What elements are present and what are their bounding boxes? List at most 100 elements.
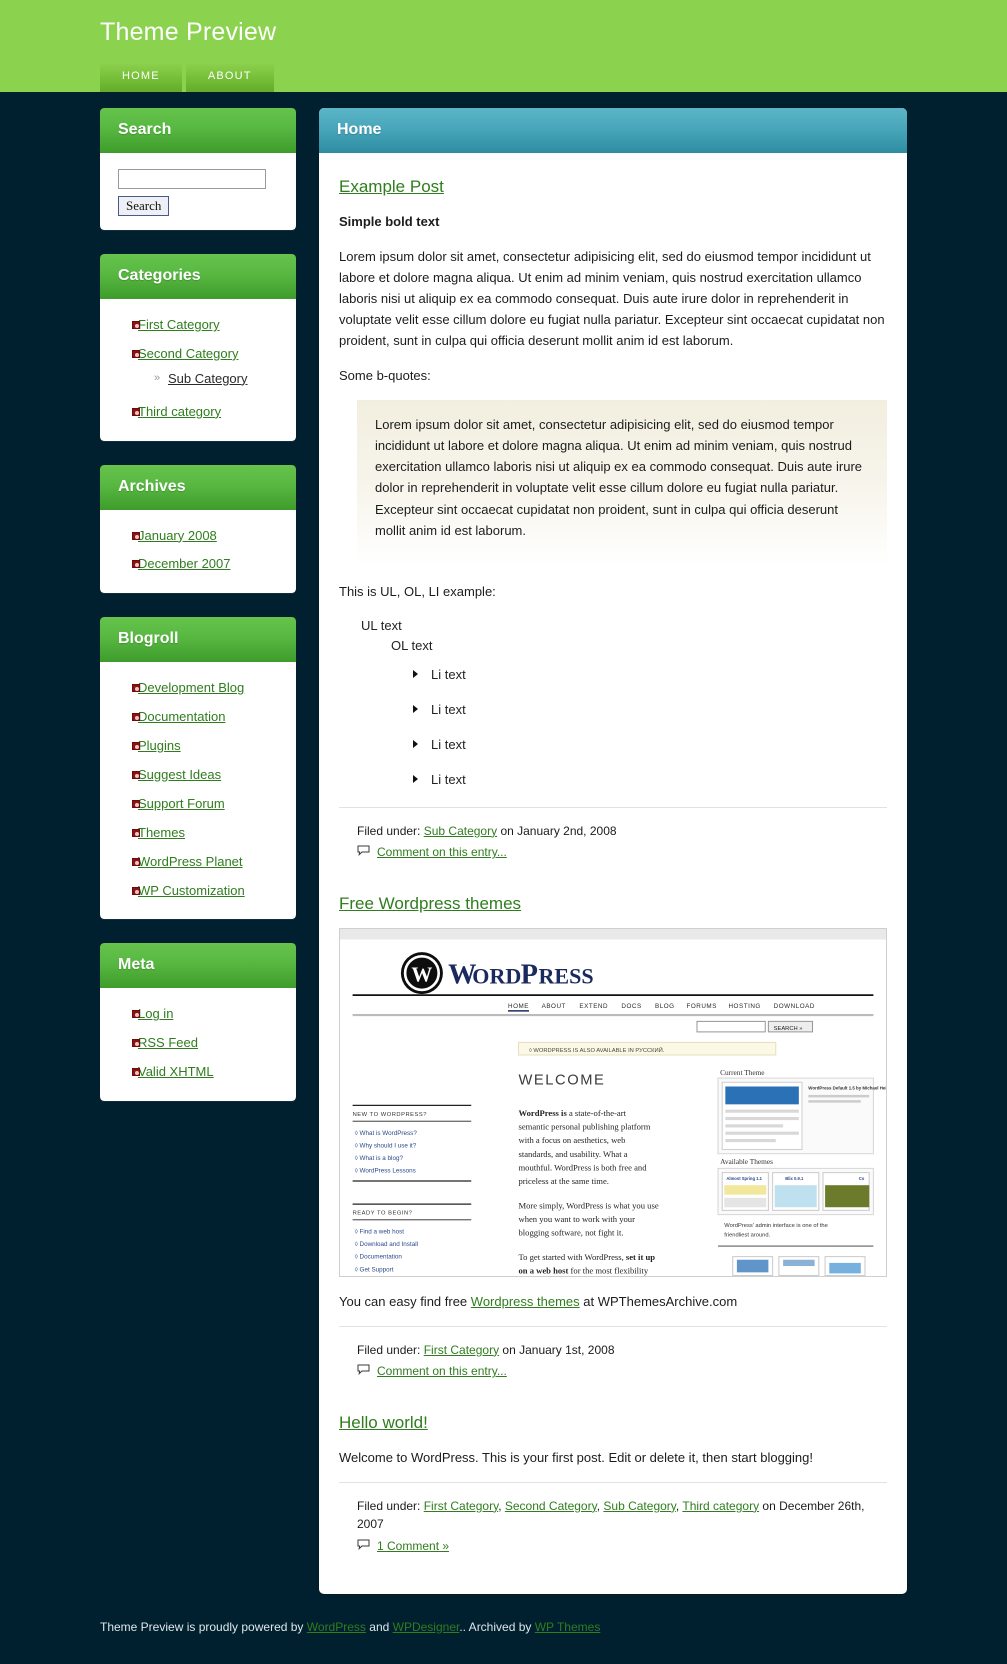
widget-search-title: Search xyxy=(100,108,296,153)
category-link-first[interactable]: First Category xyxy=(138,317,220,332)
li-text: Li text xyxy=(431,667,466,683)
square-bullet-icon xyxy=(132,857,140,866)
svg-text:◊ WORDPRESS IS ALSO AVAILABLE: ◊ WORDPRESS IS ALSO AVAILABLE IN РУССКИЙ… xyxy=(529,1046,665,1054)
list-item: Development Blog xyxy=(112,674,284,703)
post-title: Free Wordpress themes xyxy=(339,894,887,914)
blogroll-link-development-blog[interactable]: Development Blog xyxy=(138,680,244,695)
comment-on-entry-link[interactable]: Comment on this entry... xyxy=(377,843,507,862)
widget-categories-title: Categories xyxy=(100,254,296,299)
list-item: Li text xyxy=(413,667,887,684)
svg-text:WordPress Default 1.5 by Micha: WordPress Default 1.5 by Michael Heilema… xyxy=(808,1086,886,1091)
post-blockquote: Lorem ipsum dolor sit amet, consectetur … xyxy=(357,400,887,565)
post-meta-hello: Filed under: First Category, Second Cate… xyxy=(339,1481,887,1568)
widget-archives: Archives January 2008 December 2007 xyxy=(100,464,296,594)
archive-link-january-2008[interactable]: January 2008 xyxy=(138,528,217,543)
widget-archives-title: Archives xyxy=(100,464,296,510)
demo-li-list: Li text Li text Li text Li text xyxy=(391,667,887,789)
triangle-bullet-icon xyxy=(413,705,418,714)
list-item: Documentation xyxy=(112,703,284,732)
widget-search-body: Search xyxy=(100,153,296,230)
square-bullet-icon xyxy=(132,407,140,416)
meta-category-link-third[interactable]: Third category xyxy=(682,1499,759,1513)
triangle-bullet-icon xyxy=(413,740,418,749)
category-link-third[interactable]: Third category xyxy=(138,404,221,419)
widget-meta: Meta Log in RSS Feed Valid XHTML xyxy=(100,943,296,1102)
svg-text:mouthful. WordPress is both fr: mouthful. WordPress is both free and xyxy=(519,1163,648,1173)
meta-link-rss-feed[interactable]: RSS Feed xyxy=(138,1035,198,1050)
meta-category-link[interactable]: First Category xyxy=(424,1343,499,1357)
nav-item-home[interactable]: HOME xyxy=(100,62,182,92)
svg-text:semantic personal publishing p: semantic personal publishing platform xyxy=(519,1122,651,1132)
meta-category-link-sub[interactable]: Sub Category xyxy=(603,1499,676,1513)
post-meta-example: Filed under: Sub Category on January 2nd… xyxy=(339,806,887,874)
blogroll-link-wordpress-planet[interactable]: WordPress Planet xyxy=(138,854,243,869)
svg-text:DOCS: DOCS xyxy=(621,1003,641,1010)
blogroll-link-support-forum[interactable]: Support Forum xyxy=(138,796,225,811)
search-input[interactable] xyxy=(118,169,266,189)
category-link-sub[interactable]: Sub Category xyxy=(168,371,248,386)
content-box: Home Example Post Simple bold text Lorem… xyxy=(319,108,907,1594)
comment-count-link[interactable]: 1 Comment » xyxy=(377,1537,449,1556)
category-link-second[interactable]: Second Category xyxy=(138,346,238,361)
blogroll-link-themes[interactable]: Themes xyxy=(138,825,185,840)
footer-link-wpdesigner[interactable]: WPDesigner xyxy=(393,1620,460,1634)
triangle-bullet-icon xyxy=(413,774,418,783)
post-title-link-free-themes[interactable]: Free Wordpress themes xyxy=(339,894,521,913)
wordpress-themes-link[interactable]: Wordpress themes xyxy=(471,1294,580,1309)
site-footer: Theme Preview is proudly powered by Word… xyxy=(0,1594,1007,1664)
filed-under-line: Filed under: Sub Category on January 2nd… xyxy=(357,822,887,841)
footer-text-mid2: .. Archived by xyxy=(459,1619,532,1634)
meta-link-log-in[interactable]: Log in xyxy=(138,1006,173,1021)
svg-text:◊ WordPress Lessons: ◊ WordPress Lessons xyxy=(355,1168,416,1175)
li-text: Li text xyxy=(431,771,466,787)
svg-text:BLOG: BLOG xyxy=(655,1003,675,1010)
blogroll-link-plugins[interactable]: Plugins xyxy=(138,738,181,753)
widget-search: Search Search xyxy=(100,108,296,230)
post-title-link-hello-world[interactable]: Hello world! xyxy=(339,1413,428,1432)
list-item: Themes xyxy=(112,819,284,848)
li-text: Li text xyxy=(431,737,466,753)
content-wrap: Search Search Categories First Category xyxy=(0,92,1007,1594)
list-item: Log in xyxy=(112,1000,284,1029)
svg-text:Available Themes: Available Themes xyxy=(720,1157,773,1166)
search-submit-button[interactable]: Search xyxy=(118,196,170,216)
search-form: Search xyxy=(112,165,284,216)
wordpress-homepage-screenshot: W W ORD P RESS HOME ABOUT EXTEND DOCS BL… xyxy=(340,929,886,1276)
post-meta-themes: Filed under: First Category on January 1… xyxy=(339,1325,887,1393)
meta-link-valid-xhtml[interactable]: Valid XHTML xyxy=(138,1064,214,1079)
blogroll-link-wp-customization[interactable]: WP Customization xyxy=(138,883,245,898)
svg-text:W: W xyxy=(411,963,432,987)
svg-text:blogging software, not fight i: blogging software, not fight it. xyxy=(519,1228,624,1238)
meta-category-link-first[interactable]: First Category xyxy=(424,1499,498,1513)
svg-text:priceless at the same time.: priceless at the same time. xyxy=(519,1176,609,1186)
blogroll-link-documentation[interactable]: Documentation xyxy=(138,709,225,724)
main-content: Home Example Post Simple bold text Lorem… xyxy=(319,108,907,1594)
archive-link-december-2007[interactable]: December 2007 xyxy=(138,556,231,571)
post-example: Example Post Simple bold text Lorem ipsu… xyxy=(339,177,887,878)
svg-text:◊ Find a web host: ◊ Find a web host xyxy=(355,1229,405,1236)
svg-text:HOME: HOME xyxy=(508,1003,529,1010)
filed-under-label: Filed under: xyxy=(357,1342,421,1357)
footer-link-wordpress[interactable]: WordPress xyxy=(307,1620,366,1634)
comment-bubble-icon xyxy=(357,1537,370,1556)
svg-text:DOWNLOAD: DOWNLOAD xyxy=(774,1003,815,1010)
post-bold-line: Simple bold text xyxy=(339,214,440,229)
square-bullet-icon xyxy=(132,799,140,808)
square-bullet-icon xyxy=(132,713,140,722)
widget-meta-title: Meta xyxy=(100,943,296,989)
comma: , xyxy=(675,1498,680,1513)
site-title: Theme Preview xyxy=(100,18,277,46)
meta-category-link[interactable]: Sub Category xyxy=(424,824,497,838)
list-item: Support Forum xyxy=(112,790,284,819)
meta-category-link-second[interactable]: Second Category xyxy=(505,1499,597,1513)
svg-text:◊ What is WordPress?: ◊ What is WordPress? xyxy=(355,1130,418,1137)
footer-link-wp-themes[interactable]: WP Themes xyxy=(535,1620,601,1634)
square-bullet-icon xyxy=(132,1068,140,1077)
content-body: Example Post Simple bold text Lorem ipsu… xyxy=(319,153,907,1594)
post-hello-world: Hello world! Welcome to WordPress. This … xyxy=(339,1397,887,1572)
comment-on-entry-link[interactable]: Comment on this entry... xyxy=(377,1362,507,1381)
list-item: Plugins xyxy=(112,732,284,761)
nav-item-about[interactable]: ABOUT xyxy=(185,62,274,92)
blogroll-link-suggest-ideas[interactable]: Suggest Ideas xyxy=(138,767,221,782)
post-title-link-example[interactable]: Example Post xyxy=(339,177,444,196)
